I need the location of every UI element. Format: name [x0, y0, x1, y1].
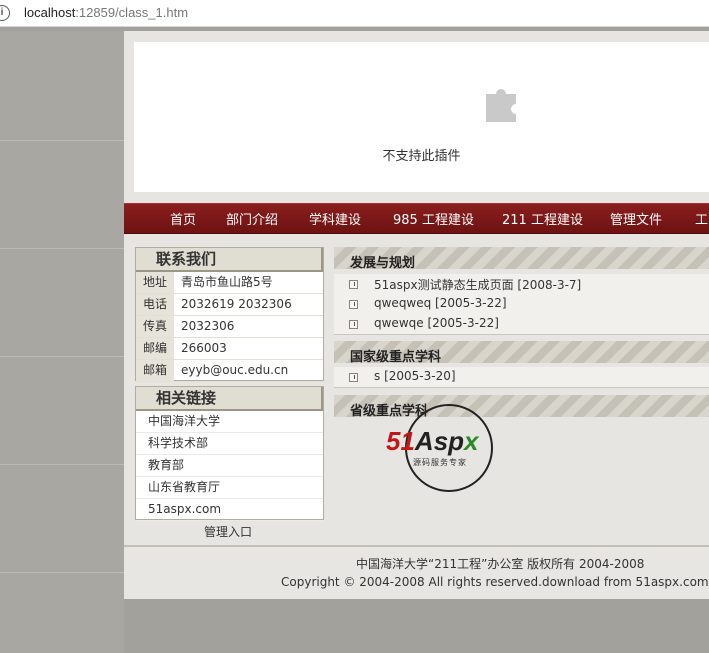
link-item[interactable]: 山东省教育厅	[136, 477, 323, 499]
bullet-icon	[349, 280, 358, 289]
contact-title: 联系我们	[136, 248, 323, 272]
list-item: qwewqe [2005-3-22]	[334, 314, 709, 335]
contact-row: 邮箱 eyyb@ouc.edu.cn	[136, 360, 323, 382]
plugin-placeholder[interactable]: 不支持此插件	[134, 42, 709, 192]
address-bar[interactable]: i localhost:12859/class_1.htm	[0, 0, 709, 27]
contact-label: 邮编	[136, 338, 174, 359]
link-item[interactable]: 中国海洋大学	[136, 411, 323, 433]
nav-disciplines[interactable]: 学科建设	[309, 209, 361, 228]
info-icon[interactable]: i	[0, 5, 10, 21]
main-nav: 首页 部门介绍 学科建设 985 工程建设 211 工程建设 管理文件 工	[124, 203, 709, 234]
bullet-icon	[349, 300, 358, 309]
links-title: 相关链接	[136, 387, 323, 411]
links-box: 相关链接 中国海洋大学 科学技术部 教育部 山东省教育厅 51aspx.com	[135, 386, 324, 521]
section-title: 发展与规划	[350, 256, 416, 271]
contact-label: 邮箱	[136, 360, 174, 381]
link-item[interactable]: 教育部	[136, 455, 323, 477]
plugin-message: 不支持此插件	[382, 149, 461, 164]
contact-row: 地址 青岛市鱼山路5号	[136, 272, 323, 294]
article-link[interactable]: qwewqe [2005-3-22]	[374, 316, 499, 330]
contact-value: 2032619 2032306	[181, 297, 292, 311]
section-title: 国家级重点学科	[350, 350, 442, 365]
nav-documents[interactable]: 管理文件	[610, 209, 662, 228]
page-container: 不支持此插件 首页 部门介绍 学科建设 985 工程建设 211 工程建设 管理…	[124, 31, 709, 599]
link-item[interactable]: 科学技术部	[136, 433, 323, 455]
bullet-icon	[349, 373, 358, 382]
list-item: qweqweq [2005-3-22]	[334, 294, 709, 315]
contact-row: 邮编 266003	[136, 338, 323, 360]
list-item: s [2005-3-20]	[334, 367, 709, 388]
list-item: 51aspx测试静态生成页面 [2008-3-7]	[334, 274, 709, 295]
divider	[0, 248, 124, 249]
article-link[interactable]: qweqweq [2005-3-22]	[374, 296, 507, 310]
nav-985[interactable]: 985 工程建设	[393, 209, 474, 228]
article-link[interactable]: 51aspx测试静态生成页面 [2008-3-7]	[374, 276, 581, 293]
contact-value: 266003	[181, 341, 227, 355]
left-margin	[0, 31, 124, 653]
contact-label: 电话	[136, 294, 174, 315]
bullet-icon	[349, 320, 358, 329]
puzzle-icon	[486, 89, 516, 122]
contact-box: 联系我们 地址 青岛市鱼山路5号 电话 2032619 2032306 传真 2…	[135, 247, 324, 382]
contact-label: 地址	[136, 272, 174, 293]
contact-value: 青岛市鱼山路5号	[181, 275, 273, 289]
nav-departments[interactable]: 部门介绍	[226, 209, 278, 228]
footer-copyright-cn: 中国海洋大学“211工程”办公室 版权所有 2004-2008	[356, 557, 645, 571]
contact-value[interactable]: eyyb@ouc.edu.cn	[181, 360, 288, 381]
divider	[0, 572, 124, 573]
logo-x: x	[464, 426, 479, 456]
contact-value: 2032306	[181, 319, 235, 333]
url-text[interactable]: localhost:12859/class_1.htm	[24, 5, 188, 20]
logo-51aspx: 51Aspx	[386, 426, 479, 457]
contact-row: 电话 2032619 2032306	[136, 294, 323, 316]
footer-copyright-en: Copyright © 2004-2008 All rights reserve…	[281, 575, 709, 589]
logo-tagline: 源码服务专家	[413, 458, 467, 467]
logo-mid: Asp	[414, 426, 465, 456]
admin-link[interactable]: 管理入口	[204, 523, 252, 540]
divider	[0, 140, 124, 141]
contact-row: 传真 2032306	[136, 316, 323, 338]
logo-num: 51	[386, 426, 415, 456]
url-host: localhost	[24, 5, 76, 20]
contact-label: 传真	[136, 316, 174, 337]
footer: 中国海洋大学“211工程”办公室 版权所有 2004-2008 Copyrigh…	[124, 545, 709, 599]
article-link[interactable]: s [2005-3-20]	[374, 369, 456, 383]
divider	[0, 464, 124, 465]
nav-more[interactable]: 工	[695, 209, 708, 228]
section-title: 省级重点学科	[350, 404, 429, 419]
nav-211[interactable]: 211 工程建设	[502, 209, 583, 228]
url-path: :12859/class_1.htm	[75, 5, 189, 20]
link-item[interactable]: 51aspx.com	[136, 499, 323, 521]
nav-home[interactable]: 首页	[170, 209, 196, 228]
divider	[0, 356, 124, 357]
